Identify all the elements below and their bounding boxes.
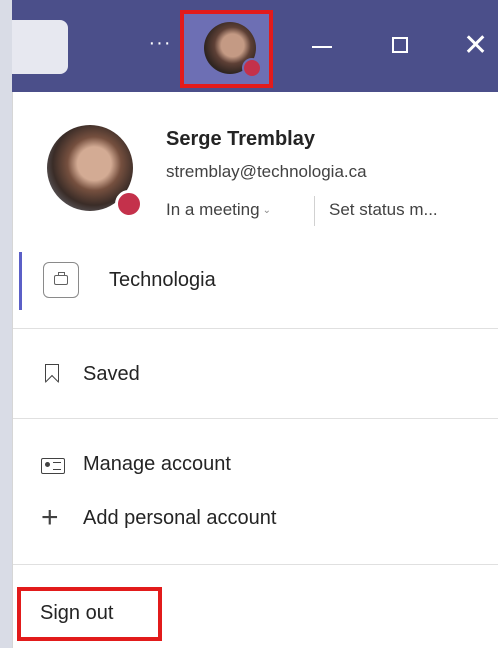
organization-icon-box: [43, 262, 79, 298]
status-row: In a meeting ⌄ Set status m...: [166, 196, 438, 226]
manage-account-label: Manage account: [83, 453, 231, 475]
id-card-icon: [41, 452, 65, 476]
user-email: stremblay@technologia.ca: [166, 162, 367, 181]
divider: [13, 564, 498, 565]
title-bar: ··· ✕: [12, 0, 498, 92]
briefcase-icon: [54, 272, 68, 285]
bookmark-icon: [41, 362, 63, 386]
saved-label: Saved: [83, 363, 140, 385]
background-edge: [0, 0, 12, 648]
account-menu-panel: Serge Tremblay stremblay@technologia.ca …: [12, 92, 498, 648]
set-status-message[interactable]: Set status m...: [329, 200, 438, 220]
close-icon: ✕: [463, 29, 489, 62]
divider: [13, 418, 498, 419]
presence-busy-icon: [242, 58, 262, 78]
organization-name: Technologia: [109, 269, 216, 291]
plus-icon: +: [41, 501, 59, 534]
minimize-button[interactable]: [304, 28, 340, 64]
maximize-button[interactable]: [382, 28, 418, 64]
organization-item[interactable]: Technologia: [13, 252, 498, 310]
more-options-button[interactable]: ···: [144, 30, 176, 62]
sign-out-label: Sign out: [40, 602, 114, 624]
minimize-icon: [312, 46, 332, 48]
add-personal-account-label: Add personal account: [83, 507, 277, 529]
status-label: In a meeting: [166, 200, 260, 219]
search-box[interactable]: [12, 20, 68, 74]
divider: [13, 328, 498, 329]
user-name: Serge Tremblay: [166, 128, 315, 150]
close-button[interactable]: ✕: [458, 28, 494, 64]
presence-busy-icon: [115, 190, 143, 218]
selected-indicator: [19, 252, 22, 310]
maximize-icon: [392, 37, 408, 53]
chevron-down-icon: ⌄: [262, 205, 271, 217]
divider: [314, 196, 315, 226]
status-dropdown[interactable]: In a meeting ⌄: [166, 200, 271, 220]
sign-out-button[interactable]: Sign out: [17, 587, 162, 641]
profile-avatar-button[interactable]: [180, 10, 273, 88]
